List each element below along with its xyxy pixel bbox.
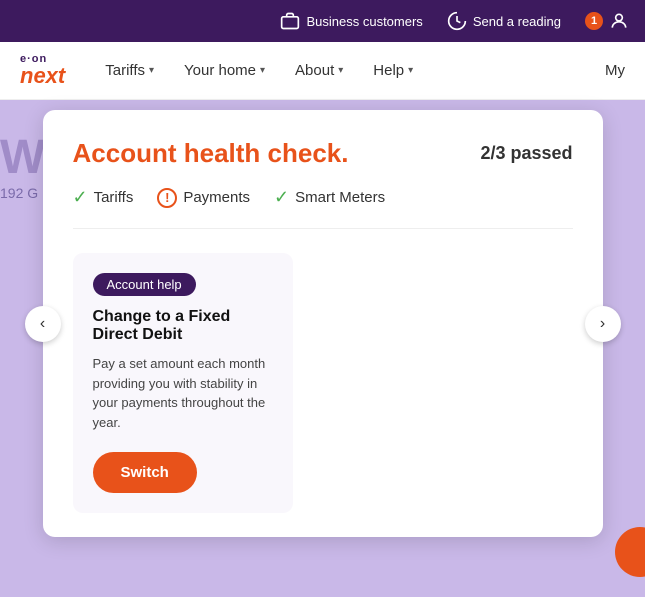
suggestion-card: Account help Change to a Fixed Direct De… — [73, 253, 293, 513]
send-reading-link[interactable]: Send a reading — [447, 11, 561, 31]
nav-tariffs[interactable]: Tariffs ▾ — [105, 62, 154, 79]
check-tariffs: ✓ Tariffs — [73, 187, 134, 208]
send-reading-label: Send a reading — [473, 14, 561, 29]
chevron-down-icon: ▾ — [149, 65, 154, 76]
logo[interactable]: e·on next — [20, 54, 65, 87]
suggestion-title: Change to a Fixed Direct Debit — [93, 308, 273, 344]
account-help-badge: Account help — [93, 273, 196, 296]
check-warn-icon: ! — [157, 188, 177, 208]
check-tariffs-label: Tariffs — [94, 189, 134, 206]
check-smart-meters: ✓ Smart Meters — [274, 187, 385, 208]
carousel-left-arrow[interactable]: ‹ — [25, 306, 61, 342]
health-check-card: ‹ › Account health check. 2/3 passed ✓ T… — [43, 110, 603, 537]
nav-help[interactable]: Help ▾ — [373, 62, 413, 79]
briefcase-icon — [280, 11, 300, 31]
chevron-down-icon: ▾ — [408, 65, 413, 76]
main-nav: e·on next Tariffs ▾ Your home ▾ About ▾ … — [0, 42, 645, 100]
health-checks-list: ✓ Tariffs ! Payments ✓ Smart Meters — [73, 187, 573, 229]
carousel-right-arrow[interactable]: › — [585, 306, 621, 342]
health-check-title: Account health check. — [73, 138, 349, 169]
notifications-link[interactable]: 1 — [585, 11, 629, 31]
chevron-down-icon: ▾ — [260, 65, 265, 76]
chevron-down-icon: ▾ — [338, 65, 343, 76]
logo-next: next — [20, 65, 65, 87]
check-payments: ! Payments — [157, 188, 250, 208]
nav-my[interactable]: My — [605, 62, 625, 79]
modal-overlay: ‹ › Account health check. 2/3 passed ✓ T… — [0, 100, 645, 597]
health-check-score: 2/3 passed — [480, 143, 572, 164]
suggestion-description: Pay a set amount each month providing yo… — [93, 354, 273, 432]
business-customers-link[interactable]: Business customers — [280, 11, 422, 31]
notification-badge: 1 — [585, 12, 603, 30]
check-smart-meters-label: Smart Meters — [295, 189, 385, 206]
business-customers-label: Business customers — [306, 14, 422, 29]
check-pass-icon: ✓ — [274, 187, 289, 208]
nav-your-home[interactable]: Your home ▾ — [184, 62, 265, 79]
switch-button[interactable]: Switch — [93, 452, 197, 493]
page-background: Wo 192 G Ac t paym paymement iss afteris… — [0, 100, 645, 597]
check-pass-icon: ✓ — [73, 187, 88, 208]
check-payments-label: Payments — [183, 189, 250, 206]
health-check-header: Account health check. 2/3 passed — [73, 138, 573, 169]
nav-about[interactable]: About ▾ — [295, 62, 343, 79]
meter-icon — [447, 11, 467, 31]
top-bar: Business customers Send a reading 1 — [0, 0, 645, 42]
person-icon — [609, 11, 629, 31]
